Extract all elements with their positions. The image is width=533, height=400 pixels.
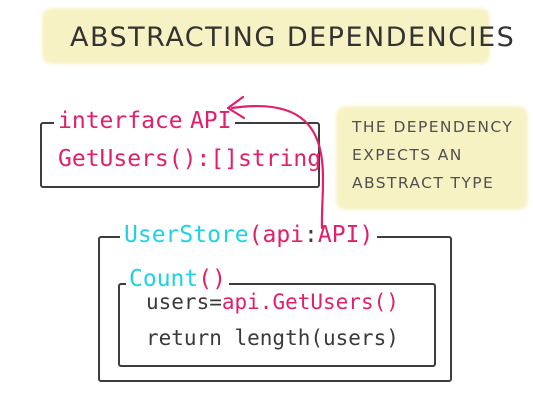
dependency-arrow: [226, 95, 325, 230]
dependency-arrow-curve: [230, 105, 325, 230]
